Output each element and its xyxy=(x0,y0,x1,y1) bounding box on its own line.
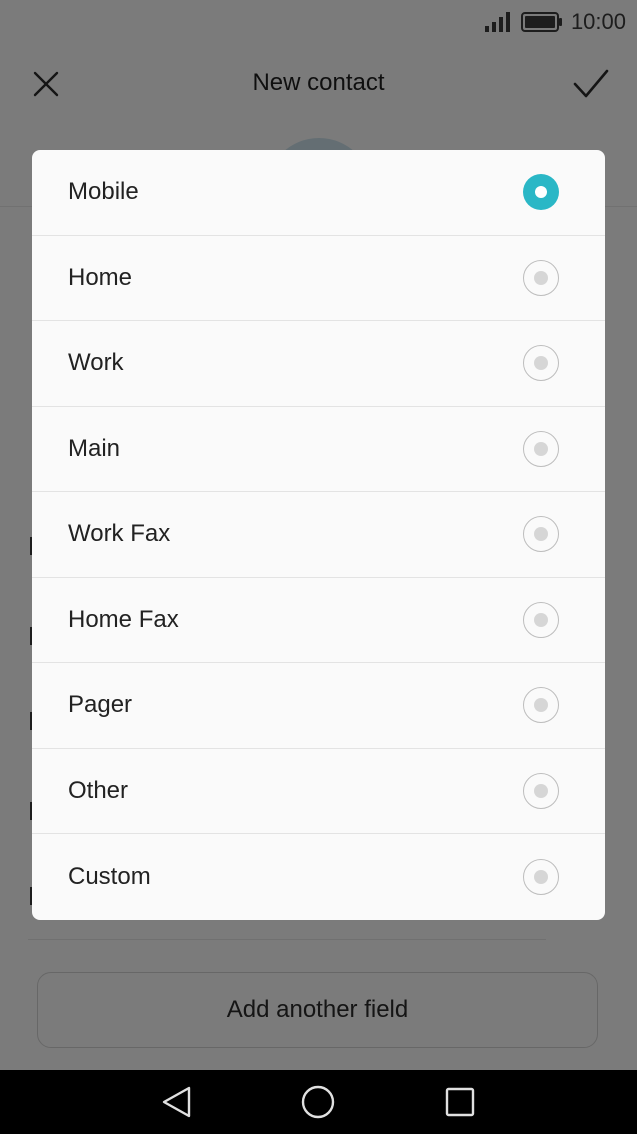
radio-unselected-icon[interactable] xyxy=(523,259,559,296)
back-icon[interactable] xyxy=(159,1084,195,1120)
option-main[interactable]: Main xyxy=(32,407,605,492)
radio-unselected-icon[interactable] xyxy=(523,772,559,809)
option-label: Home xyxy=(68,263,133,291)
option-label: Main xyxy=(68,434,121,462)
option-label: Work xyxy=(68,349,124,377)
option-work[interactable]: Work xyxy=(32,321,605,407)
option-other[interactable]: Other xyxy=(32,749,605,834)
option-custom[interactable]: Custom xyxy=(32,834,605,920)
option-home-fax[interactable]: Home Fax xyxy=(32,578,605,663)
radio-unselected-icon[interactable] xyxy=(523,516,559,553)
option-label: Mobile xyxy=(68,178,139,206)
radio-unselected-icon[interactable] xyxy=(523,858,559,895)
recents-icon[interactable] xyxy=(442,1084,478,1120)
radio-unselected-icon[interactable] xyxy=(523,601,559,638)
option-work-fax[interactable]: Work Fax xyxy=(32,492,605,578)
option-label: Other xyxy=(68,776,129,804)
option-label: Pager xyxy=(68,691,133,719)
option-label: Custom xyxy=(68,862,151,890)
option-label: Home Fax xyxy=(68,605,179,633)
option-pager[interactable]: Pager xyxy=(32,663,605,749)
radio-unselected-icon[interactable] xyxy=(523,430,559,467)
radio-unselected-icon[interactable] xyxy=(523,687,559,724)
radio-unselected-icon[interactable] xyxy=(523,345,559,382)
home-icon[interactable] xyxy=(300,1084,336,1120)
option-label: Work Fax xyxy=(68,520,171,548)
radio-selected-icon[interactable] xyxy=(523,174,559,211)
phone-type-dialog: Mobile Home Work Main Work Fax Home Fax … xyxy=(32,150,605,920)
system-nav-bar xyxy=(0,1070,637,1134)
option-home[interactable]: Home xyxy=(32,236,605,321)
option-mobile[interactable]: Mobile xyxy=(32,150,605,236)
